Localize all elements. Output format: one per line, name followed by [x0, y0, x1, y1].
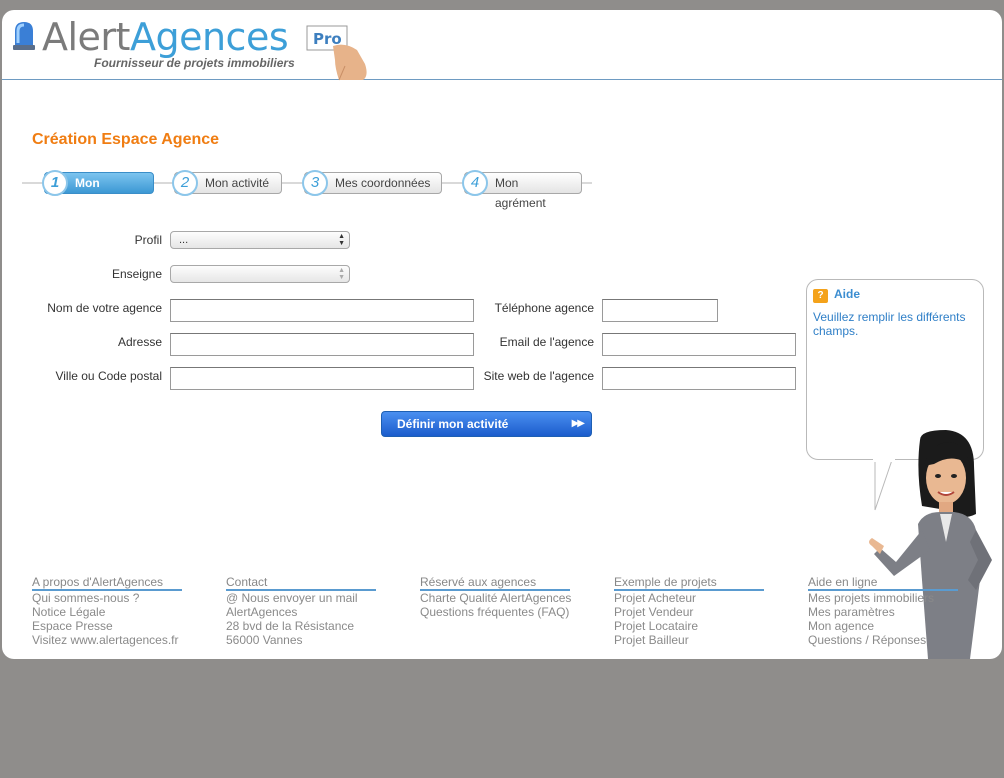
footer-col-projets: Exemple de projets Projet Acheteur Proje…: [614, 575, 784, 647]
footer-link[interactable]: Mes paramètres: [808, 605, 978, 619]
footer-heading[interactable]: Exemple de projets: [614, 575, 764, 591]
footer-link: 56000 Vannes: [226, 633, 303, 647]
footer-link[interactable]: Projet Acheteur: [614, 591, 784, 605]
footer-link[interactable]: Projet Vendeur: [614, 605, 784, 619]
footer-heading[interactable]: Aide en ligne: [808, 575, 958, 591]
ville-label: Ville ou Code postal: [55, 369, 162, 383]
telephone-input[interactable]: [602, 299, 718, 322]
footer-link[interactable]: Mes projets immobiliers: [808, 591, 978, 605]
fast-forward-icon: ▶▶: [571, 418, 585, 429]
footer-link: AlertAgences: [226, 605, 298, 619]
definir-activite-label: Définir mon activité: [397, 417, 509, 431]
profil-select-value: ...: [179, 234, 189, 246]
logo-alert: Alert: [42, 15, 130, 59]
definir-activite-button[interactable]: Définir mon activité ▶▶: [381, 411, 592, 437]
step-mon-activite[interactable]: 2 Mon activité: [172, 170, 282, 196]
footer-col-aide: Aide en ligne Mes projets immobiliers Me…: [808, 575, 978, 647]
step-label: Mon activité: [205, 176, 270, 190]
footer-heading[interactable]: Réservé aux agences: [420, 575, 570, 591]
select-arrows-icon: ▲ ▼: [338, 267, 345, 281]
page-card: AlertAgences Fournisseur de projets immo…: [2, 10, 1002, 659]
site-web-label: Site web de l'agence: [483, 369, 594, 383]
logo-agences: Agences: [129, 15, 289, 59]
nom-agence-label: Nom de votre agence: [47, 301, 162, 315]
tagline: Fournisseur de projets immobiliers: [94, 56, 295, 70]
footer-col-agences: Réservé aux agences Charte Qualité Alert…: [420, 575, 590, 619]
step-label: Mon agence: [75, 176, 117, 210]
footer-link[interactable]: Qui sommes-nous ?: [32, 591, 202, 605]
site-header: AlertAgences Fournisseur de projets immo…: [2, 10, 1002, 81]
enseigne-select[interactable]: ▲ ▼: [170, 265, 350, 283]
profil-label: Profil: [134, 233, 162, 247]
select-arrows-icon: ▲ ▼: [338, 233, 345, 247]
step-number: 2: [172, 170, 198, 196]
site-logo[interactable]: AlertAgences: [42, 14, 289, 60]
help-title-text: Aide: [834, 287, 861, 301]
nom-agence-input[interactable]: [170, 299, 474, 322]
step-mes-coordonnees[interactable]: 3 Mes coordonnées: [302, 170, 442, 196]
footer-link[interactable]: Projet Locataire: [614, 619, 784, 633]
email-input[interactable]: [602, 333, 796, 356]
page-title: Création Espace Agence: [32, 131, 220, 148]
footer-heading[interactable]: Contact: [226, 575, 376, 591]
footer-link[interactable]: Mon agence: [808, 619, 978, 633]
adresse-label: Adresse: [117, 335, 162, 349]
adresse-input[interactable]: [170, 333, 474, 356]
profil-select[interactable]: ... ▲ ▼: [170, 231, 350, 249]
email-label: Email de l'agence: [499, 335, 594, 349]
step-mon-agence[interactable]: 1 Mon agence: [42, 170, 154, 210]
pro-badge-icon: Pro: [306, 25, 367, 81]
step-label: Mon agrément: [495, 176, 546, 210]
footer-link[interactable]: Questions / Réponses: [808, 633, 978, 647]
question-icon: ?: [813, 289, 828, 303]
step-mon-agrement[interactable]: 4 Mon agrément: [462, 170, 582, 210]
step-number: 3: [302, 170, 328, 196]
footer-link[interactable]: Charte Qualité AlertAgences: [420, 591, 590, 605]
footer-link[interactable]: Espace Presse: [32, 619, 202, 633]
footer-link[interactable]: Visitez www.alertagences.fr: [32, 633, 202, 647]
ville-input[interactable]: [170, 367, 474, 390]
footer-link[interactable]: Questions fréquentes (FAQ): [420, 605, 590, 619]
enseigne-label: Enseigne: [111, 267, 162, 281]
help-text: Veuillez remplir les différents champs.: [813, 310, 966, 338]
step-number: 1: [42, 170, 68, 196]
footer-col-apropos: A propos d'AlertAgences Qui sommes-nous …: [32, 575, 202, 647]
footer-link[interactable]: Notice Légale: [32, 605, 202, 619]
telephone-label: Téléphone agence: [494, 301, 594, 315]
siren-logo-icon: [13, 22, 35, 50]
footer-link: 28 bvd de la Résistance: [226, 619, 355, 633]
footer-col-contact: Contact @ Nous envoyer un mail AlertAgen…: [226, 575, 396, 647]
site-web-input[interactable]: [602, 367, 796, 390]
help-title: ? Aide: [813, 287, 860, 303]
step-label: Mes coordonnées: [335, 176, 431, 190]
step-number: 4: [462, 170, 488, 196]
footer-link[interactable]: Projet Bailleur: [614, 633, 784, 647]
footer-link[interactable]: @ Nous envoyer un mail: [226, 591, 396, 605]
footer-heading[interactable]: A propos d'AlertAgences: [32, 575, 182, 591]
